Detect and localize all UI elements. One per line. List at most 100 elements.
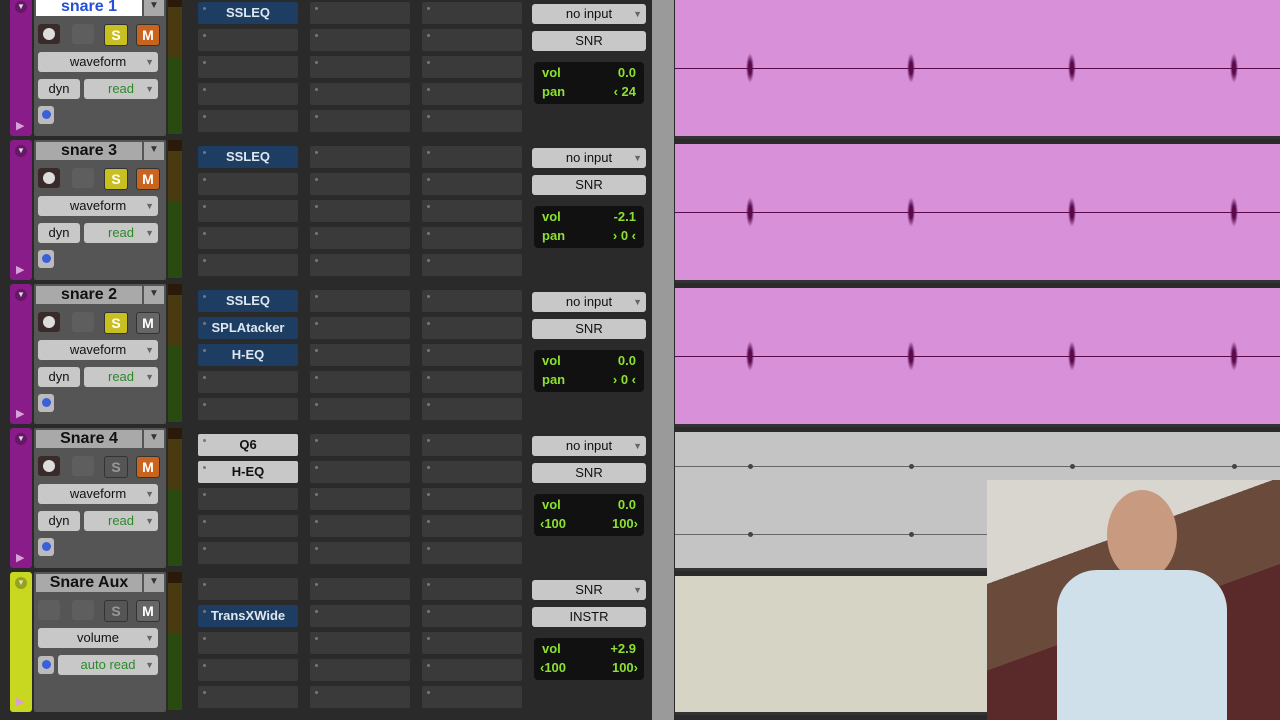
- insert-slot-empty[interactable]: [310, 146, 410, 168]
- volume-pan-display[interactable]: vol +2.9 ‹100 100›: [534, 638, 644, 680]
- volume-pan-display[interactable]: vol -2.1 pan › 0 ‹: [534, 206, 644, 248]
- insert-slot-empty[interactable]: [422, 83, 522, 105]
- insert-slot-empty[interactable]: [198, 227, 298, 249]
- audio-clip[interactable]: [675, 144, 1280, 283]
- insert-slot-empty[interactable]: [310, 317, 410, 339]
- insert-slot-empty[interactable]: [310, 290, 410, 312]
- insert-slot-empty[interactable]: [310, 461, 410, 483]
- insert-slot-empty[interactable]: [198, 659, 298, 681]
- insert-slot-empty[interactable]: [198, 200, 298, 222]
- track-view-select[interactable]: volume: [38, 628, 158, 648]
- automation-breakpoint[interactable]: [748, 532, 753, 537]
- insert-slot-empty[interactable]: [422, 578, 522, 600]
- insert-plugin[interactable]: SSLEQ: [198, 146, 298, 168]
- insert-slot-empty[interactable]: [422, 317, 522, 339]
- chevron-down-icon[interactable]: ▼: [144, 142, 164, 160]
- dyn-button[interactable]: dyn: [38, 367, 80, 387]
- insert-slot-empty[interactable]: [422, 434, 522, 456]
- pan-right-value[interactable]: 100›: [612, 516, 638, 531]
- track-view-select[interactable]: waveform: [38, 340, 158, 360]
- solo-button[interactable]: S: [104, 312, 128, 334]
- mute-button[interactable]: M: [136, 600, 160, 622]
- insert-plugin[interactable]: SSLEQ: [198, 2, 298, 24]
- record-enable-button[interactable]: [38, 24, 60, 44]
- insert-slot-empty[interactable]: [422, 2, 522, 24]
- chevron-down-icon[interactable]: ▼: [144, 574, 164, 592]
- automation-mode-select[interactable]: auto read: [58, 655, 158, 675]
- dyn-button[interactable]: dyn: [38, 79, 80, 99]
- insert-slot-empty[interactable]: [310, 398, 410, 420]
- track-view-select[interactable]: waveform: [38, 52, 158, 72]
- mute-button[interactable]: M: [136, 24, 160, 46]
- vol-value[interactable]: 0.0: [618, 497, 636, 512]
- insert-slot-empty[interactable]: [422, 227, 522, 249]
- track-options-icon[interactable]: ▼: [15, 1, 27, 13]
- insert-plugin[interactable]: SSLEQ: [198, 290, 298, 312]
- input-select[interactable]: no input: [532, 292, 646, 312]
- mute-button[interactable]: M: [136, 456, 160, 478]
- track-name[interactable]: Snare Aux: [36, 574, 142, 592]
- insert-slot-empty[interactable]: [422, 146, 522, 168]
- vol-value[interactable]: 0.0: [618, 353, 636, 368]
- expand-arrow-icon[interactable]: ▶: [16, 119, 24, 132]
- insert-slot-empty[interactable]: [422, 29, 522, 51]
- insert-slot-empty[interactable]: [310, 578, 410, 600]
- insert-plugin[interactable]: SPLAtacker: [198, 317, 298, 339]
- insert-slot-empty[interactable]: [310, 488, 410, 510]
- automation-breakpoint[interactable]: [909, 532, 914, 537]
- insert-slot-empty[interactable]: [310, 515, 410, 537]
- output-select[interactable]: SNR: [532, 463, 646, 483]
- expand-arrow-icon[interactable]: ▶: [16, 551, 24, 564]
- insert-slot-empty[interactable]: [422, 254, 522, 276]
- track-name[interactable]: snare 2: [36, 286, 142, 304]
- insert-slot-empty[interactable]: [422, 290, 522, 312]
- insert-plugin[interactable]: H-EQ: [198, 461, 298, 483]
- insert-slot-empty[interactable]: [198, 578, 298, 600]
- dyn-button[interactable]: dyn: [38, 223, 80, 243]
- insert-slot-empty[interactable]: [310, 2, 410, 24]
- insert-slot-empty[interactable]: [310, 254, 410, 276]
- insert-slot-empty[interactable]: [198, 56, 298, 78]
- output-select[interactable]: SNR: [532, 31, 646, 51]
- track-name[interactable]: snare 1: [36, 0, 142, 16]
- insert-plugin[interactable]: Q6: [198, 434, 298, 456]
- insert-slot-empty[interactable]: [422, 632, 522, 654]
- insert-slot-empty[interactable]: [422, 110, 522, 132]
- input-select[interactable]: no input: [532, 4, 646, 24]
- automation-mode-select[interactable]: read: [84, 79, 158, 99]
- solo-button[interactable]: S: [104, 168, 128, 190]
- insert-slot-empty[interactable]: [310, 83, 410, 105]
- insert-slot-empty[interactable]: [422, 461, 522, 483]
- vol-value[interactable]: -2.1: [614, 209, 636, 224]
- solo-button[interactable]: S: [104, 456, 128, 478]
- insert-slot-empty[interactable]: [310, 227, 410, 249]
- track-name[interactable]: Snare 4: [36, 430, 142, 448]
- chevron-down-icon[interactable]: ▼: [144, 430, 164, 448]
- automation-breakpoint[interactable]: [909, 464, 914, 469]
- volume-pan-display[interactable]: vol 0.0 pan ‹ 24: [534, 62, 644, 104]
- insert-slot-empty[interactable]: [310, 659, 410, 681]
- pan-value[interactable]: ‹ 24: [614, 84, 636, 99]
- insert-slot-empty[interactable]: [422, 686, 522, 708]
- audio-clip[interactable]: [675, 288, 1280, 427]
- insert-slot-empty[interactable]: [422, 659, 522, 681]
- record-enable-button[interactable]: [38, 168, 60, 188]
- playlist-icon[interactable]: [38, 250, 54, 268]
- vol-value[interactable]: +2.9: [610, 641, 636, 656]
- volume-pan-display[interactable]: vol 0.0 ‹100 100›: [534, 494, 644, 536]
- insert-slot-empty[interactable]: [422, 488, 522, 510]
- insert-slot-empty[interactable]: [310, 371, 410, 393]
- automation-mode-select[interactable]: read: [84, 511, 158, 531]
- insert-slot-empty[interactable]: [310, 29, 410, 51]
- insert-slot-empty[interactable]: [310, 686, 410, 708]
- insert-slot-empty[interactable]: [198, 632, 298, 654]
- dyn-button[interactable]: dyn: [38, 511, 80, 531]
- chevron-down-icon[interactable]: ▼: [144, 286, 164, 304]
- insert-slot-empty[interactable]: [422, 200, 522, 222]
- expand-arrow-icon[interactable]: ▶: [16, 695, 24, 708]
- track-view-select[interactable]: waveform: [38, 196, 158, 216]
- insert-slot-empty[interactable]: [198, 686, 298, 708]
- insert-slot-empty[interactable]: [310, 605, 410, 627]
- insert-slot-empty[interactable]: [422, 515, 522, 537]
- input-select[interactable]: no input: [532, 436, 646, 456]
